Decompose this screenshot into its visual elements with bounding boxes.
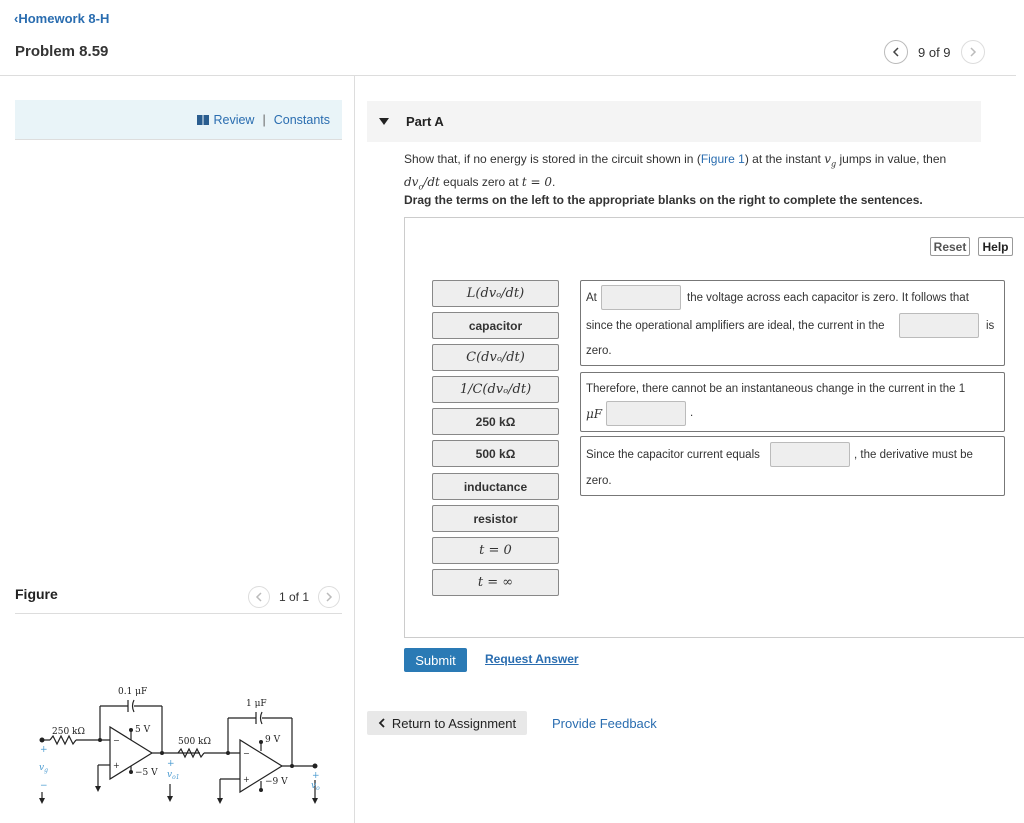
svg-text:+: + — [113, 761, 120, 770]
term-resistor[interactable]: resistor — [432, 505, 559, 532]
sentence-1: At the voltage across each capacitor is … — [580, 280, 1005, 366]
book-icon — [197, 114, 210, 125]
request-answer-link[interactable]: Request Answer — [485, 652, 579, 666]
return-to-assignment-button[interactable]: Return to Assignment — [367, 711, 527, 735]
constants-link[interactable]: Constants — [274, 113, 330, 127]
vo1-subscript: o1 — [172, 774, 179, 781]
review-link[interactable]: Review — [197, 113, 254, 127]
vo-subscript: o — [316, 785, 320, 792]
chevron-left-icon — [892, 47, 899, 57]
chevron-left-icon — [255, 592, 262, 602]
figure-count: 1 of 1 — [279, 590, 310, 604]
term-c-dvo-dt[interactable]: C(dvₒ/dt) — [432, 344, 559, 371]
previous-figure-button[interactable] — [248, 586, 270, 608]
sentence-2: Therefore, there cannot be an instantane… — [580, 372, 1005, 432]
term-250-kohm[interactable]: 250 kΩ — [432, 408, 559, 435]
term-500-kohm[interactable]: 500 kΩ — [432, 440, 559, 467]
chevron-right-icon — [326, 592, 333, 602]
previous-problem-button[interactable] — [884, 40, 908, 64]
figure-heading: Figure — [15, 586, 58, 602]
term-capacitor[interactable]: capacitor — [432, 312, 559, 339]
chevron-left-icon — [378, 718, 385, 728]
page-title: Problem 8.59 — [15, 43, 109, 60]
svg-text:+: + — [312, 771, 320, 781]
header-divider — [0, 75, 1016, 76]
term-l-dvo-dt[interactable]: L(dvₒ/dt) — [432, 280, 559, 307]
term-t-zero[interactable]: t = 0 — [432, 537, 559, 564]
reset-button[interactable]: Reset — [930, 237, 970, 256]
supply1-neg-label: −5 V — [135, 768, 158, 778]
instruction-text: Drag the terms on the left to the approp… — [404, 193, 923, 207]
svg-text:+: + — [167, 759, 175, 769]
help-button[interactable]: Help — [978, 237, 1013, 256]
c1-label: 0.1 μF — [118, 687, 147, 697]
figure-pager: 1 of 1 — [248, 586, 341, 608]
next-figure-button[interactable] — [318, 586, 341, 608]
c2-label: 1 μF — [246, 699, 267, 709]
sentence-3: Since the capacitor current equals , the… — [580, 436, 1005, 496]
question-text: Show that, if no energy is stored in the… — [404, 152, 947, 192]
chevron-right-icon — [970, 47, 976, 57]
supply2-neg-label: −9 V — [265, 777, 288, 787]
blank-1[interactable] — [601, 285, 681, 310]
supply1-pos-label: 5 V — [135, 725, 151, 735]
circuit-diagram[interactable]: 250 kΩ 0.1 μF 5 V −5 V 500 kΩ 1 μF 9 V −… — [30, 680, 330, 810]
column-divider — [354, 76, 355, 823]
caret-down-icon — [379, 118, 389, 125]
term-t-infinity[interactable]: t = ∞ — [432, 569, 559, 596]
submit-button[interactable]: Submit — [404, 648, 467, 672]
svg-text:vo1: vo1 — [167, 770, 180, 781]
term-inductance[interactable]: inductance — [432, 473, 559, 500]
supply2-pos-label: 9 V — [265, 735, 281, 745]
part-a-header[interactable]: Part A — [367, 101, 981, 142]
back-to-homework-link[interactable]: ‹Homework 8-H — [14, 11, 109, 26]
part-a-title: Part A — [406, 114, 444, 129]
svg-text:−: − — [113, 736, 120, 745]
link-separator: | — [262, 112, 266, 127]
problem-count: 9 of 9 — [918, 44, 951, 60]
review-constants-bar: Review | Constants — [15, 100, 342, 140]
r1-label: 250 kΩ — [52, 727, 85, 737]
provide-feedback-link[interactable]: Provide Feedback — [552, 716, 657, 731]
next-problem-button[interactable] — [960, 40, 985, 64]
blank-4[interactable] — [770, 442, 850, 467]
svg-text:+: + — [40, 745, 48, 755]
svg-text:+: + — [243, 775, 250, 784]
term-1-over-c-dvo-dt[interactable]: 1/C(dvₒ/dt) — [432, 376, 559, 403]
blank-3[interactable] — [606, 401, 686, 426]
blank-2[interactable] — [899, 313, 979, 338]
r2-label: 500 kΩ — [178, 737, 211, 747]
problem-pager: 9 of 9 — [884, 40, 985, 64]
svg-text:−: − — [243, 749, 250, 758]
svg-text:vo: vo — [311, 781, 320, 792]
figure-1-link[interactable]: Figure 1 — [701, 152, 745, 166]
vg-subscript: g — [44, 767, 48, 774]
figure-divider — [15, 613, 342, 614]
svg-text:−: − — [40, 781, 48, 791]
svg-text:vg: vg — [39, 763, 48, 774]
